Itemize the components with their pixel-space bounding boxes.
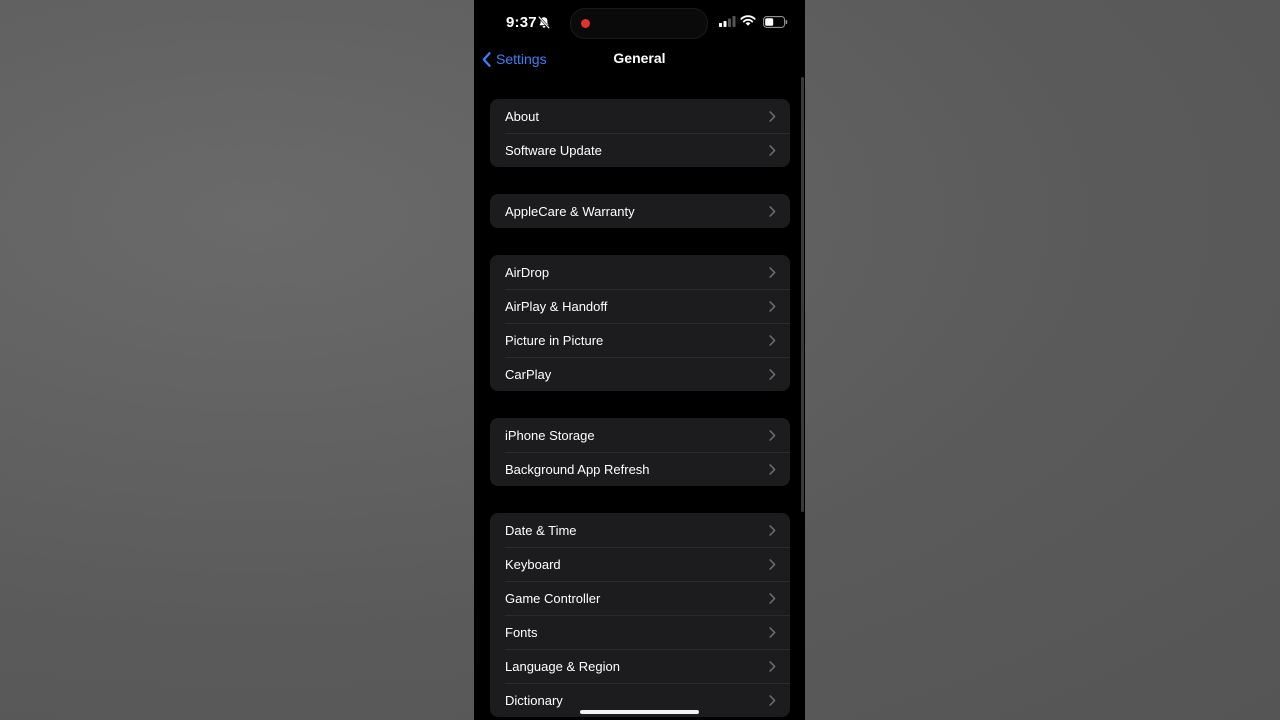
row-label: Language & Region [505, 658, 620, 674]
row-background-app-refresh[interactable]: Background App Refresh [490, 452, 790, 486]
row-label: Date & Time [505, 522, 577, 538]
row-label: CarPlay [505, 366, 552, 382]
row-language-region[interactable]: Language & Region [490, 649, 790, 683]
wifi-icon [740, 15, 756, 26]
row-label: AirDrop [505, 264, 550, 280]
chevron-right-icon [769, 524, 776, 536]
row-keyboard[interactable]: Keyboard [490, 547, 790, 581]
settings-group-locale: Date & Time Keyboard Game Controller Fon… [490, 513, 790, 717]
row-label: Keyboard [505, 556, 561, 572]
chevron-right-icon [769, 660, 776, 672]
settings-group-applecare: AppleCare & Warranty [490, 194, 790, 228]
row-carplay[interactable]: CarPlay [490, 357, 790, 391]
chevron-right-icon [769, 144, 776, 156]
row-software-update[interactable]: Software Update [490, 133, 790, 167]
row-game-controller[interactable]: Game Controller [490, 581, 790, 615]
row-airdrop[interactable]: AirDrop [490, 255, 790, 289]
row-iphone-storage[interactable]: iPhone Storage [490, 418, 790, 452]
settings-group-about: About Software Update [490, 99, 790, 167]
row-label: About [505, 108, 539, 124]
chevron-right-icon [769, 626, 776, 638]
row-label: Background App Refresh [505, 461, 650, 477]
row-label: Fonts [505, 624, 538, 640]
dynamic-island [570, 8, 708, 39]
home-indicator[interactable] [580, 710, 699, 714]
row-picture-in-picture[interactable]: Picture in Picture [490, 323, 790, 357]
chevron-right-icon [769, 694, 776, 706]
signal-icon [719, 16, 736, 27]
chevron-right-icon [769, 429, 776, 441]
chevron-right-icon [769, 266, 776, 278]
row-label: Dictionary [505, 692, 563, 708]
scrollbar[interactable] [801, 77, 804, 512]
chevron-right-icon [769, 592, 776, 604]
row-date-time[interactable]: Date & Time [490, 513, 790, 547]
recording-indicator-icon [581, 19, 590, 28]
row-applecare-warranty[interactable]: AppleCare & Warranty [490, 194, 790, 228]
chevron-right-icon [769, 334, 776, 346]
row-label: Software Update [505, 142, 602, 158]
row-label: iPhone Storage [505, 427, 595, 443]
chevron-right-icon [769, 205, 776, 217]
row-label: Game Controller [505, 590, 601, 606]
chevron-right-icon [769, 110, 776, 122]
settings-group-storage: iPhone Storage Background App Refresh [490, 418, 790, 486]
row-label: AirPlay & Handoff [505, 298, 608, 314]
page-title: General [613, 50, 666, 66]
row-label: Picture in Picture [505, 332, 604, 348]
row-airplay-handoff[interactable]: AirPlay & Handoff [490, 289, 790, 323]
row-about[interactable]: About [490, 99, 790, 133]
chevron-right-icon [769, 300, 776, 312]
chevron-right-icon [769, 463, 776, 475]
battery-icon [763, 16, 788, 28]
chevron-right-icon [769, 558, 776, 570]
status-time: 9:37 [506, 14, 537, 31]
bell-slash-icon [538, 16, 550, 29]
settings-group-connectivity: AirDrop AirPlay & Handoff Picture in Pic… [490, 255, 790, 391]
phone-screen: 9:37 Settings General About Software Upd… [474, 0, 805, 720]
chevron-right-icon [769, 368, 776, 380]
row-label: AppleCare & Warranty [505, 203, 635, 219]
row-fonts[interactable]: Fonts [490, 615, 790, 649]
